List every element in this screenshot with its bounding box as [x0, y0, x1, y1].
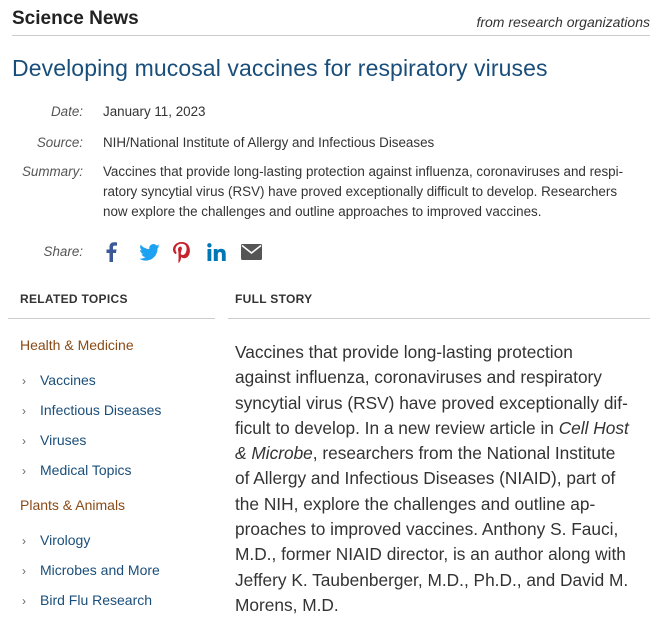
date-label: Date:	[50, 104, 83, 119]
category-health-medicine: Health & Medicine	[20, 337, 134, 353]
summary-label: Summary:	[21, 164, 83, 179]
summary-line: ratory syncytial virus (RSV) have proved…	[103, 184, 618, 199]
story-line: M.D., former NIAID director, is an autho…	[235, 544, 626, 565]
topic-label: Infectious Diseases	[40, 402, 162, 418]
story-line: ficult to develop. In a new review artic…	[235, 416, 647, 441]
article-title: Developing mucosal vaccines for respirat…	[12, 55, 548, 81]
topic-label: Microbes and More	[40, 562, 160, 578]
related-topics-heading: RELATED TOPICS	[20, 292, 128, 306]
site-tagline: from research organizations	[476, 14, 650, 30]
chevron-right-icon: ›	[22, 564, 26, 578]
date-value: January 11, 2023	[103, 104, 206, 119]
topic-microbes-and-more[interactable]: › Microbes and More	[22, 562, 160, 578]
topic-medical-topics[interactable]: › Medical Topics	[22, 462, 132, 478]
topic-label: Bird Flu Research	[40, 592, 153, 608]
story-line: Morens, M.D.	[235, 594, 339, 615]
pinterest-icon[interactable]	[173, 240, 207, 264]
related-divider	[8, 318, 215, 319]
share-label: Share:	[43, 244, 83, 259]
twitter-icon[interactable]	[139, 240, 173, 264]
linkedin-icon[interactable]	[207, 240, 241, 264]
story-line: the NIH, explore the challenges and outl…	[235, 493, 596, 514]
topic-label: Viruses	[40, 432, 87, 448]
site-header: Science News from research organizations	[12, 8, 650, 36]
summary-line: Vaccines that provide long-lasting prote…	[103, 164, 624, 179]
topic-bird-flu-research[interactable]: › Bird Flu Research	[22, 592, 152, 608]
journal-name: Cell Host	[558, 417, 629, 438]
topic-label: Medical Topics	[40, 462, 132, 478]
story-line: proaches to improved vaccines. Anthony S…	[235, 519, 619, 540]
topic-vaccines[interactable]: › Vaccines	[22, 372, 96, 388]
story-text: , researchers from the National Institut…	[312, 443, 616, 464]
story-line: Jeffery K. Taubenberger, M.D., Ph.D., an…	[235, 569, 629, 590]
chevron-right-icon: ›	[22, 594, 26, 608]
chevron-right-icon: ›	[22, 404, 26, 418]
story-text: ficult to develop. In a new review artic…	[235, 417, 559, 438]
story-line: syncytial virus (RSV) have proved except…	[235, 392, 628, 413]
topic-infectious-diseases[interactable]: › Infectious Diseases	[22, 402, 161, 418]
topic-virology[interactable]: › Virology	[22, 532, 90, 548]
story-line: against influenza, coronaviruses and res…	[235, 367, 602, 388]
topic-label: Vaccines	[40, 372, 96, 388]
chevron-right-icon: ›	[22, 434, 26, 448]
chevron-right-icon: ›	[22, 534, 26, 548]
topic-label: Virology	[40, 532, 91, 548]
site-brand[interactable]: Science News	[12, 8, 139, 30]
journal-name: & Microbe	[235, 443, 313, 464]
story-line: & Microbe, researchers from the National…	[235, 441, 647, 466]
summary-line: now explore the challenges and outline a…	[103, 204, 542, 219]
chevron-right-icon: ›	[22, 374, 26, 388]
topic-viruses[interactable]: › Viruses	[22, 432, 86, 448]
email-icon[interactable]	[241, 240, 275, 264]
summary-text: Vaccines that provide long-lasting prote…	[103, 162, 643, 222]
story-divider	[228, 318, 650, 319]
facebook-icon[interactable]	[105, 240, 139, 264]
share-icons	[105, 240, 275, 264]
source-label: Source:	[36, 135, 83, 150]
full-story-body: Vaccines that provide long-lasting prote…	[235, 340, 647, 618]
story-line: Vaccines that provide long-lasting prote…	[235, 342, 573, 362]
full-story-heading: FULL STORY	[235, 292, 313, 306]
source-value: NIH/National Institute of Allergy and In…	[103, 135, 435, 150]
story-line: of Allergy and Infectious Diseases (NIAI…	[235, 468, 616, 489]
chevron-right-icon: ›	[22, 464, 26, 478]
category-plants-animals: Plants & Animals	[20, 497, 126, 513]
